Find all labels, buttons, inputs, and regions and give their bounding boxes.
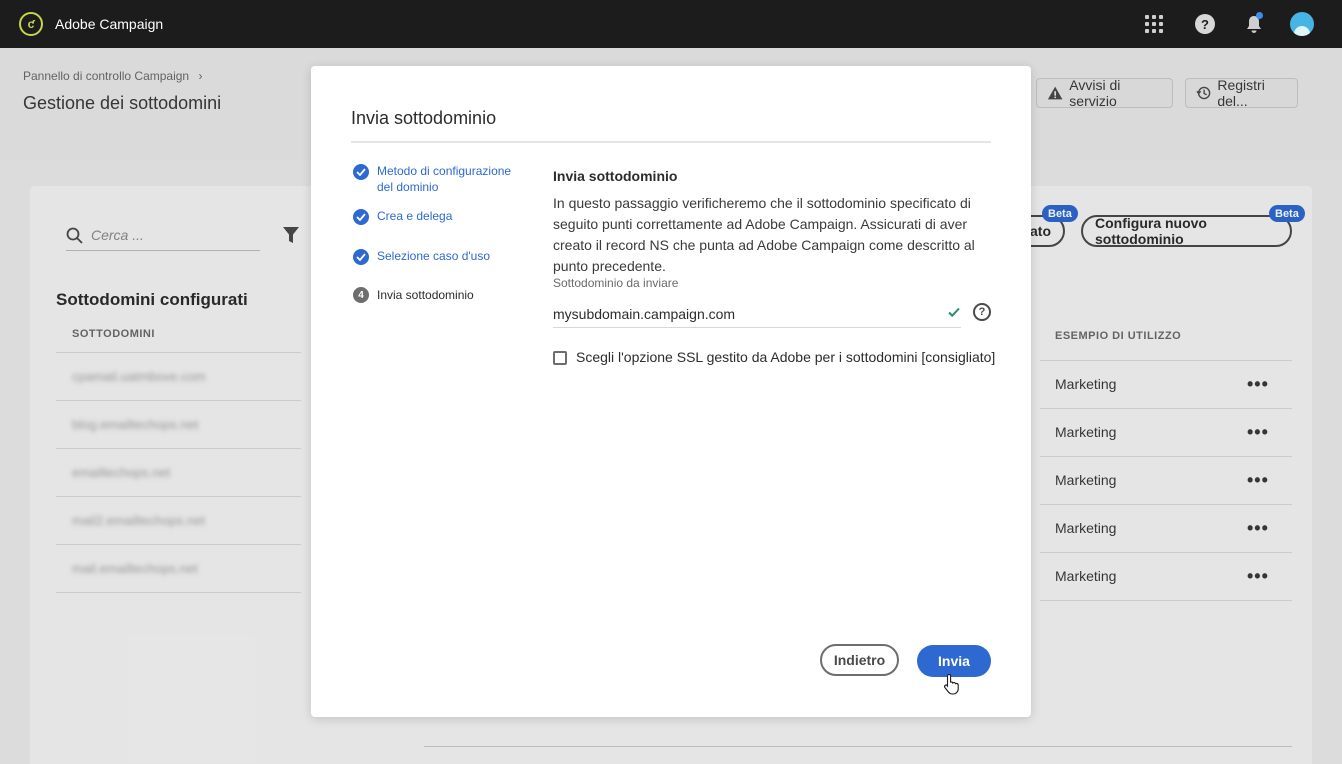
help-circle-icon[interactable]: ? <box>973 303 991 321</box>
subdomain-input[interactable]: mysubdomain.campaign.com <box>553 300 961 328</box>
content-description: In questo passaggio verificheremo che il… <box>553 195 975 274</box>
top-bar: ƈ Adobe Campaign ? <box>0 0 1342 48</box>
notification-dot-icon <box>1256 12 1263 19</box>
back-button[interactable]: Indietro <box>820 644 899 676</box>
valid-check-icon <box>948 307 960 318</box>
app-title: Adobe Campaign <box>55 16 164 32</box>
help-icon[interactable]: ? <box>1195 14 1215 34</box>
apps-grid-icon[interactable] <box>1145 15 1163 33</box>
user-avatar[interactable] <box>1290 12 1314 36</box>
step-create-delegate[interactable]: Crea e delega <box>353 208 517 225</box>
step-label: Selezione caso d'uso <box>377 249 491 263</box>
step-complete-check-icon <box>353 164 369 180</box>
step-complete-check-icon <box>353 249 369 265</box>
subdomain-field-label: Sottodominio da inviare <box>553 276 679 290</box>
ssl-checkbox[interactable] <box>553 351 567 365</box>
step-label: Metodo di configurazione del dominio <box>377 164 512 194</box>
submit-subdomain-modal: Invia sottodominio Metodo di configurazi… <box>311 66 1031 717</box>
ssl-checkbox-label[interactable]: Scegli l'opzione SSL gestito da Adobe pe… <box>576 349 995 365</box>
content-title: Invia sottodominio <box>553 168 678 184</box>
step-label: Invia sottodominio <box>377 288 474 302</box>
step-domain-config-method[interactable]: Metodo di configurazione del dominio <box>353 163 517 195</box>
step-submit-subdomain: 4 Invia sottodominio <box>353 287 474 303</box>
step-label: Crea e delega <box>377 209 453 223</box>
step-number-badge: 4 <box>353 287 369 303</box>
hand-pointer-cursor-icon <box>944 673 959 695</box>
subdomain-input-value: mysubdomain.campaign.com <box>553 305 736 322</box>
modal-title: Invia sottodominio <box>351 108 497 128</box>
modal-divider <box>351 141 991 143</box>
step-complete-check-icon <box>353 209 369 225</box>
adobe-campaign-logo-icon[interactable]: ƈ <box>19 12 43 36</box>
step-use-case-selection[interactable]: Selezione caso d'uso <box>353 248 517 265</box>
